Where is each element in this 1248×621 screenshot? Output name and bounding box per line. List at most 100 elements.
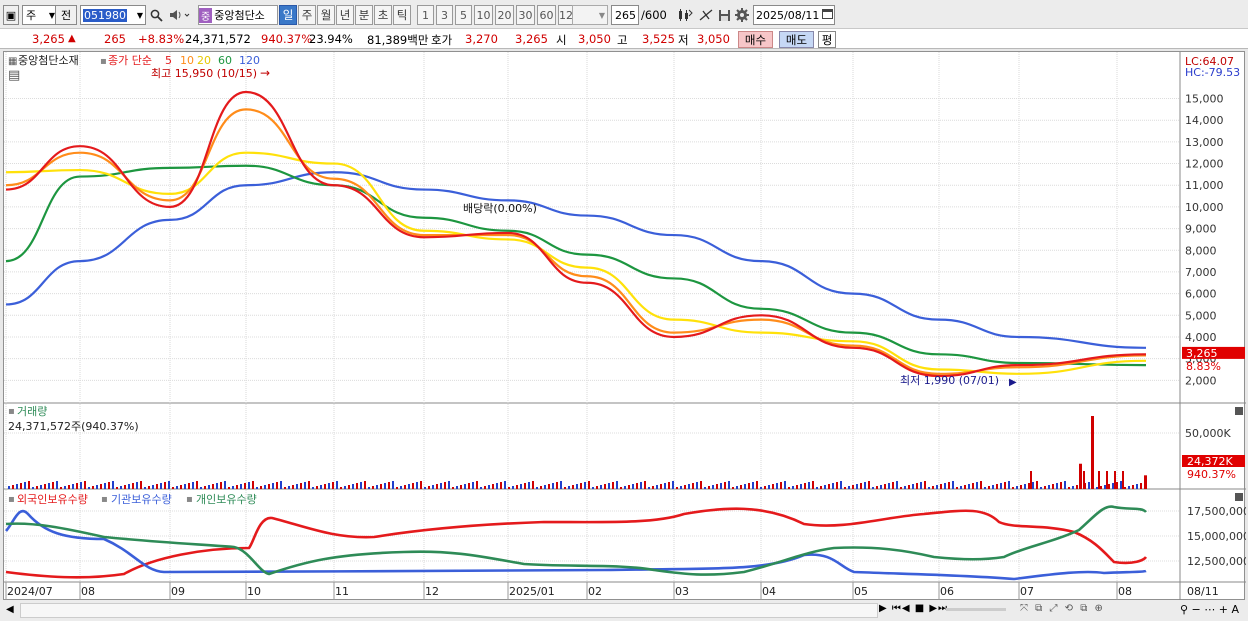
volume-bar bbox=[100, 484, 102, 489]
volume-bar bbox=[796, 485, 798, 489]
hoga-ask: 3,265 bbox=[515, 32, 548, 46]
volume-last-label: 24,372K bbox=[1187, 455, 1233, 468]
volume-bar bbox=[72, 484, 74, 489]
chart-tool-icons[interactable]: ⤧ ⧉ ⤢ ⟲ ⧉ ⊕ bbox=[1020, 603, 1170, 618]
volume-bar bbox=[1052, 484, 1054, 489]
volume-bar bbox=[1120, 481, 1122, 489]
bar-count-input[interactable]: 265 bbox=[611, 5, 639, 25]
volume-bar bbox=[864, 482, 866, 489]
scroll-nav-buttons[interactable]: ▶ ⏮◀ ■ ▶⏭ bbox=[879, 603, 955, 618]
toolbar: ▣ 주 ▼ 전 051980 ▼ 중 중앙첨단소 일주월년분초틱 1 3 5 10 20 30… bbox=[0, 0, 1248, 29]
date-input[interactable]: 2025/08/11 bbox=[753, 5, 835, 25]
legend-period-20: 20 bbox=[197, 54, 211, 67]
type-button[interactable]: 전 bbox=[55, 5, 77, 25]
volume-bar bbox=[432, 485, 434, 489]
volume-bar bbox=[92, 486, 94, 489]
volume-bar bbox=[660, 484, 662, 489]
volume-bar bbox=[44, 484, 46, 489]
period-tab-1[interactable]: 주 bbox=[298, 5, 316, 25]
volume-bar bbox=[64, 486, 66, 489]
up-arrow-icon: ▲ bbox=[68, 33, 76, 44]
stock-name-field[interactable]: 중 중앙첨단소 bbox=[198, 5, 278, 25]
save-icon[interactable] bbox=[716, 5, 732, 25]
period-tab-2[interactable]: 월 bbox=[317, 5, 335, 25]
volume-bar bbox=[452, 487, 454, 489]
chart-svg[interactable]: 2024/07 08 09 10 11 12 2025/01 02 03 04 05 06 07 08 08… bbox=[4, 52, 1248, 601]
volume-bar bbox=[1122, 471, 1124, 489]
volume-bar bbox=[1108, 484, 1110, 489]
scroll-track[interactable] bbox=[20, 603, 878, 618]
scroll-left-icon[interactable]: ◀ bbox=[6, 604, 16, 616]
volume-bar bbox=[492, 484, 494, 489]
volume-bar bbox=[576, 484, 578, 489]
volume-bar bbox=[632, 484, 634, 489]
y-tick-label: 15,000 bbox=[1185, 93, 1224, 106]
period-tab-0[interactable]: 일 bbox=[279, 5, 297, 25]
stock-code-input[interactable]: 051980 ▼ bbox=[80, 5, 146, 25]
volume-bar bbox=[572, 485, 574, 489]
volume-bar bbox=[104, 483, 106, 489]
period-tab-3[interactable]: 년 bbox=[336, 5, 354, 25]
volume-bar bbox=[1072, 486, 1074, 489]
volume-bar bbox=[516, 485, 518, 489]
interval-tab-60[interactable]: 60 bbox=[537, 5, 556, 25]
volume-bar bbox=[736, 486, 738, 489]
volume-bar bbox=[840, 481, 842, 489]
speaker-icon[interactable] bbox=[167, 5, 193, 25]
volume-bar bbox=[1004, 482, 1006, 489]
volume-bar bbox=[316, 486, 318, 489]
chevron-down-icon: ▼ bbox=[598, 10, 605, 20]
volume-bar bbox=[456, 486, 458, 489]
volume-bar bbox=[204, 486, 206, 489]
volume-bar bbox=[664, 483, 666, 489]
market-mode-select[interactable]: 주 ▼ bbox=[22, 5, 58, 25]
avg-button[interactable]: 평 bbox=[818, 31, 836, 48]
y-tick-label: 12,000 bbox=[1185, 158, 1224, 171]
volume-bar bbox=[140, 481, 142, 489]
search-icon[interactable] bbox=[148, 5, 164, 25]
volume-bar bbox=[984, 487, 986, 489]
chart-scroll-bar: ◀ ▶ ⏮◀ ■ ▶⏭ ⤧ ⧉ ⤢ ⟲ ⧉ ⊕ ⚲ − ⋯ + A bbox=[0, 600, 1248, 621]
legend-period-10: 10 bbox=[180, 54, 194, 67]
volume-bar bbox=[324, 484, 326, 489]
high-arrow-icon: → bbox=[260, 66, 270, 80]
interval-tab-3[interactable]: 3 bbox=[436, 5, 453, 25]
buy-button[interactable]: 매수 bbox=[738, 31, 773, 48]
interval-tab-30[interactable]: 30 bbox=[516, 5, 535, 25]
candle-type-icon[interactable] bbox=[676, 5, 694, 25]
interval-dropdown[interactable]: ▼ bbox=[572, 5, 608, 25]
volume-bar bbox=[276, 482, 278, 489]
sell-button[interactable]: 매도 bbox=[779, 31, 814, 48]
volume-bar bbox=[24, 482, 26, 489]
zoom-slider[interactable] bbox=[946, 608, 1006, 611]
window-menu-icon[interactable]: ▣ bbox=[3, 5, 19, 25]
legend-stock-name: 중앙첨단소재 bbox=[18, 54, 79, 67]
volume-bar bbox=[420, 481, 422, 489]
volume-bar bbox=[936, 485, 938, 489]
volume-bar bbox=[416, 482, 418, 489]
volume-bar bbox=[672, 481, 674, 489]
volume-bar bbox=[720, 483, 722, 489]
volume-bar bbox=[812, 481, 814, 489]
period-tab-4[interactable]: 분 bbox=[355, 5, 373, 25]
volume-bar bbox=[1048, 485, 1050, 489]
interval-tab-10[interactable]: 10 bbox=[474, 5, 493, 25]
volume-bar bbox=[816, 487, 818, 489]
interval-tab-5[interactable]: 5 bbox=[455, 5, 472, 25]
volume-bar bbox=[732, 487, 734, 489]
period-tab-5[interactable]: 초 bbox=[374, 5, 392, 25]
period-tab-6[interactable]: 틱 bbox=[393, 5, 411, 25]
chart-area[interactable]: 2024/07 08 09 10 11 12 2025/01 02 03 04 05 06 07 08 08… bbox=[3, 51, 1248, 601]
trade-amount: 81,389백만 bbox=[367, 33, 429, 47]
interval-tab-1[interactable]: 1 bbox=[417, 5, 434, 25]
volume-bar bbox=[320, 485, 322, 489]
zoom-controls[interactable]: ⚲ − ⋯ + A bbox=[1180, 603, 1246, 618]
interval-tab-20[interactable]: 20 bbox=[495, 5, 514, 25]
bar-count-total: /600 bbox=[641, 8, 667, 22]
gear-icon[interactable] bbox=[734, 5, 750, 25]
tool-icon[interactable] bbox=[697, 5, 715, 25]
date-value: 2025/08/11 bbox=[756, 8, 820, 22]
volume-bar bbox=[196, 481, 198, 489]
calendar-icon[interactable] bbox=[822, 8, 834, 22]
y-tick-label: 7,000 bbox=[1185, 266, 1217, 279]
